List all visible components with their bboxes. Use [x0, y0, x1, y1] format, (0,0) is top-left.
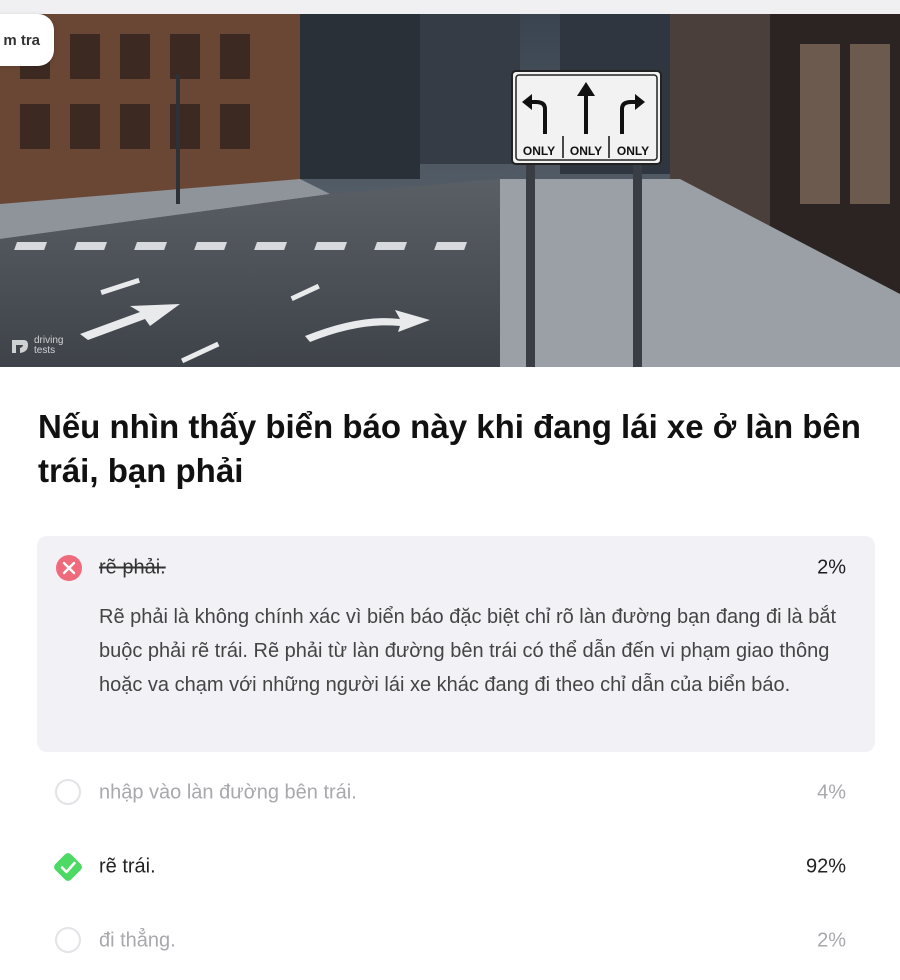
watermark-logo: driving tests [10, 336, 63, 356]
sign-label-right: ONLY [617, 144, 649, 158]
answer-percent: 2% [817, 929, 846, 952]
watermark-text: driving tests [34, 335, 64, 356]
answer-row: rẽ phải. 2% [37, 536, 875, 600]
answer-label: nhập vào làn đường bên trái. [99, 781, 357, 804]
wrong-answer-icon [55, 554, 83, 582]
close-icon [56, 555, 82, 581]
check-icon [54, 853, 82, 881]
radio-empty-icon [55, 779, 83, 807]
answer-percent: 92% [805, 855, 846, 878]
driving-tests-logo-icon [12, 340, 28, 353]
answer-percent: 4% [817, 781, 846, 804]
answer-option-4[interactable]: đi thẳng. 2% [37, 909, 875, 973]
radio-empty-icon [55, 927, 83, 955]
correct-answer-icon [51, 850, 85, 884]
answer-option-1[interactable]: rẽ phải. 2% Rẽ phải là không chính xác v… [37, 536, 875, 752]
answer-label: rẽ phải. [99, 556, 166, 579]
top-strip [0, 0, 900, 14]
sign-label-center: ONLY [570, 144, 602, 158]
answer-label: rẽ trái. [99, 855, 156, 878]
answer-row: rẽ trái. 92% [37, 835, 875, 899]
answer-row: đi thẳng. 2% [37, 909, 875, 973]
answer-option-2[interactable]: nhập vào làn đường bên trái. 4% [37, 761, 875, 825]
question-image: ONLY ONLY ONLY [0, 14, 900, 367]
lane-sign: ONLY ONLY ONLY [511, 70, 662, 165]
answer-explanation: Rẽ phải là không chính xác vì biển báo đ… [99, 606, 837, 696]
answer-label: đi thẳng. [99, 929, 176, 952]
answer-option-3[interactable]: rẽ trái. 92% [37, 835, 875, 899]
sign-label-left: ONLY [523, 144, 555, 158]
answer-percent: 2% [817, 556, 846, 579]
question-text: Nếu nhìn thấy biển báo này khi đang lái … [38, 408, 861, 489]
answer-row: nhập vào làn đường bên trái. 4% [37, 761, 875, 825]
tab-test[interactable]: m tra [0, 14, 54, 66]
